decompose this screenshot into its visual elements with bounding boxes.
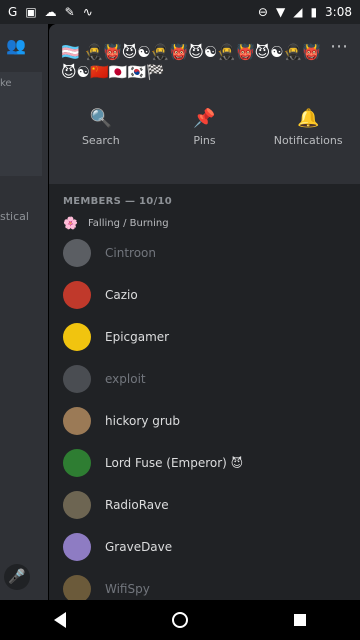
avatar: [63, 365, 91, 393]
drawer-header: 🏳️‍⚧️ 🥷👹😈☯🥷👹😈☯🥷👹😈☯🥷👹😈☯🇨🇳🇯🇵🇰🇷🏁 ⋯ 🔍 Search…: [49, 24, 360, 184]
member-name: hickory grub: [105, 414, 181, 428]
member-row-cintroon[interactable]: Cintroon: [49, 232, 360, 274]
channel-title: 🏳️‍⚧️ 🥷👹😈☯🥷👹😈☯🥷👹😈☯🥷👹😈☯🇨🇳🇯🇵🇰🇷🏁: [61, 43, 322, 81]
clock: 3:08: [325, 5, 352, 19]
bell-icon: 🔔: [296, 108, 320, 129]
avatar: [63, 491, 91, 519]
pins-button[interactable]: 📌 Pins: [153, 108, 257, 147]
status-left-icons: G ▣ ☁ ✎ ∿: [8, 6, 93, 18]
home-button[interactable]: [160, 600, 200, 640]
member-row-gravedave[interactable]: GraveDave: [49, 526, 360, 568]
member-name: Epicgamer: [105, 330, 170, 344]
status-right-icons: ⊖ ▼ ◢ ▮ 3:08: [258, 5, 352, 19]
members-list: MEMBERS — 10/10 🌸 Falling / Burning Cint…: [49, 184, 360, 600]
member-name: Cazio: [105, 288, 138, 302]
dnd-icon: ⊖: [257, 5, 268, 19]
member-row-wifispy[interactable]: WifiSpy: [49, 568, 360, 600]
avatar: [63, 323, 91, 351]
status-bar: G ▣ ☁ ✎ ∿ ⊖ ▼ ◢ ▮ 3:08: [0, 0, 360, 24]
action-row: 🔍 Search 📌 Pins 🔔 Notifications: [49, 108, 360, 147]
back-icon: [54, 612, 66, 628]
home-icon: [172, 612, 188, 628]
avatar: [63, 575, 91, 600]
avatar: [63, 449, 91, 477]
pins-label: Pins: [193, 134, 216, 147]
android-nav-bar: [0, 600, 360, 640]
channel-peek-text-1: ke: [0, 78, 12, 89]
search-button[interactable]: 🔍 Search: [49, 108, 153, 147]
member-row-epicgamer[interactable]: Epicgamer: [49, 316, 360, 358]
avatar: [63, 407, 91, 435]
cloud-icon: ☁: [44, 5, 57, 19]
search-icon: 🔍: [89, 108, 113, 129]
channel-pane-peek: 👥 ke stical 🎤: [0, 24, 48, 600]
member-name: GraveDave: [105, 540, 173, 554]
more-options-icon[interactable]: ⋯: [330, 36, 348, 57]
pin-icon: 📌: [193, 108, 216, 129]
activity-icon: ∿: [82, 5, 93, 19]
edit-icon: ✎: [64, 5, 75, 19]
member-row-radiorave[interactable]: RadioRave: [49, 484, 360, 526]
channel-peek-text-2: stical: [0, 210, 29, 223]
notifications-label: Notifications: [273, 134, 343, 147]
back-button[interactable]: [40, 600, 80, 640]
member-name: Lord Fuse (Emperor) 😈: [105, 456, 244, 470]
avatar: [63, 281, 91, 309]
member-row-lord-fuse[interactable]: Lord Fuse (Emperor) 😈: [49, 442, 360, 484]
image-icon: ▣: [25, 5, 37, 19]
members-drawer: 🏳️‍⚧️ 🥷👹😈☯🥷👹😈☯🥷👹😈☯🥷👹😈☯🇨🇳🇯🇵🇰🇷🏁 ⋯ 🔍 Search…: [49, 24, 360, 600]
notifications-button[interactable]: 🔔 Notifications: [256, 108, 360, 147]
google-icon: G: [8, 5, 18, 19]
wifi-icon: ▼: [275, 5, 286, 19]
signal-icon: ◢: [293, 5, 303, 19]
microphone-icon[interactable]: 🎤: [4, 564, 30, 590]
flower-icon: 🌸: [63, 216, 78, 230]
recents-icon: [294, 614, 306, 626]
avatar: [63, 239, 91, 267]
member-row-cazio[interactable]: Cazio: [49, 274, 360, 316]
recents-button[interactable]: [280, 600, 320, 640]
member-name: RadioRave: [105, 498, 169, 512]
members-icon[interactable]: 👥: [6, 36, 26, 55]
member-name: exploit: [105, 372, 146, 386]
status-line-row: 🌸 Falling / Burning: [49, 214, 360, 232]
members-header: MEMBERS — 10/10: [63, 196, 173, 207]
battery-icon: ▮: [310, 5, 318, 19]
status-line: Falling / Burning: [87, 217, 169, 229]
member-row-hickory-grub[interactable]: hickory grub: [49, 400, 360, 442]
member-name: Cintroon: [105, 246, 156, 260]
search-label: Search: [81, 134, 120, 147]
member-name: WifiSpy: [105, 582, 150, 596]
avatar: [63, 533, 91, 561]
member-row-exploit[interactable]: exploit: [49, 358, 360, 400]
